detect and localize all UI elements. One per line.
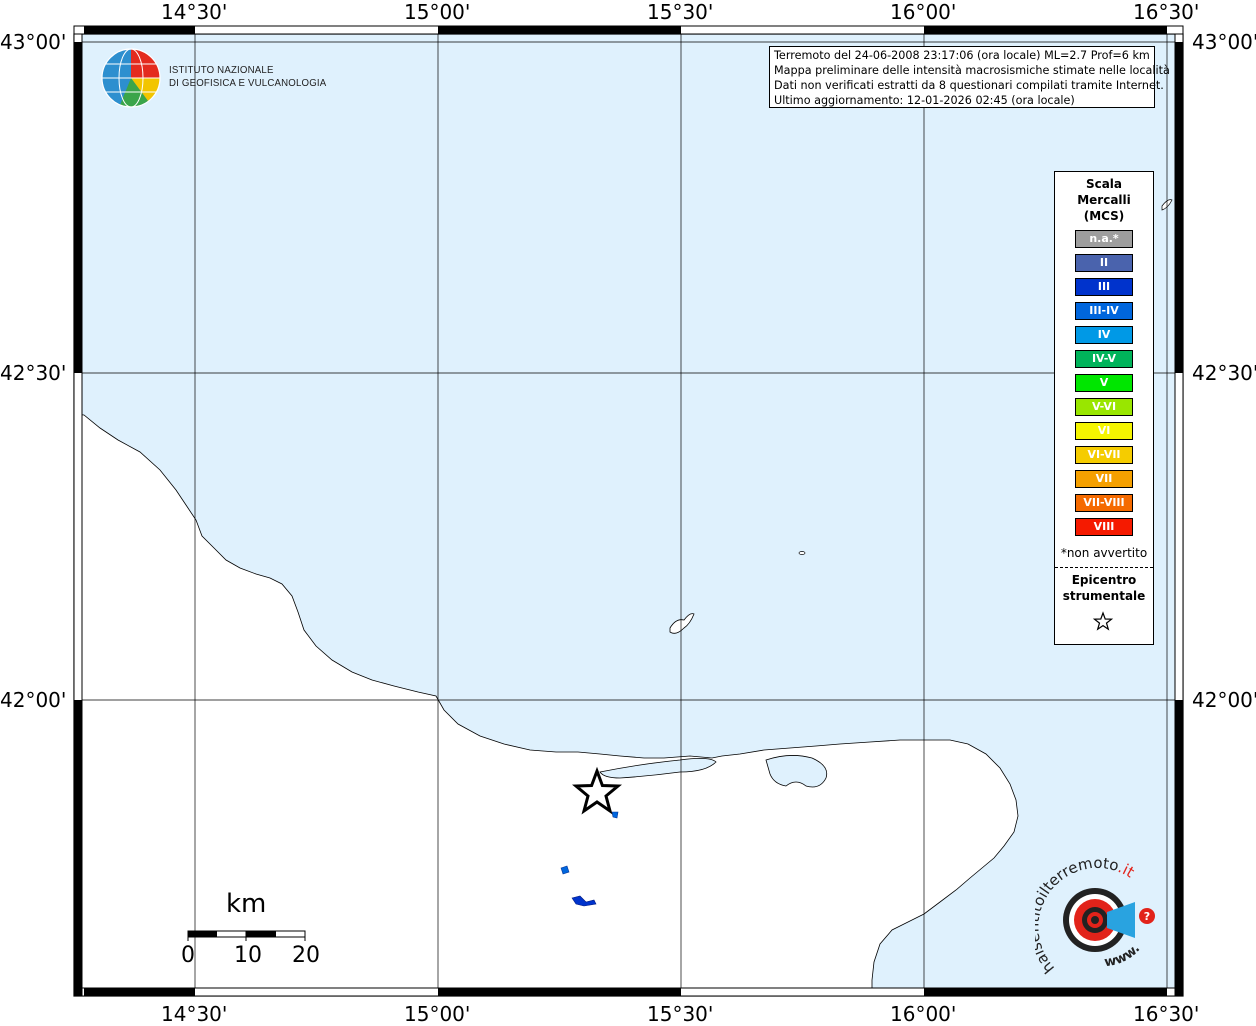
- left-label-2: 42°30': [0, 361, 67, 385]
- info-line-1: Terremoto del 24-06-2008 23:17:06 (ora l…: [774, 49, 1150, 62]
- frame-right: [1174, 33, 1184, 997]
- legend-epicentre-label: Epicentro strumentale: [1055, 572, 1153, 604]
- info-line-4: Ultimo aggiornamento: 12-01-2026 02:45 (…: [774, 94, 1075, 107]
- logo-line-1: ISTITUTO NAZIONALE: [169, 64, 274, 76]
- frame-bottom: [73, 987, 1184, 997]
- left-label-1: 43°00': [0, 30, 67, 54]
- top-label-4: 16°00': [890, 0, 957, 24]
- frame-top: [73, 25, 1184, 35]
- legend-swatch-ii: II: [1075, 254, 1133, 272]
- ingv-logo-text: ISTITUTO NAZIONALE DI GEOFISICA E VULCAN…: [169, 64, 326, 90]
- bottom-label-1: 14°30': [161, 1002, 228, 1026]
- legend-swatch-vii-viii: VII-VIII: [1075, 494, 1133, 512]
- legend-divider: [1055, 567, 1153, 568]
- right-label-2: 42°30': [1192, 361, 1256, 385]
- legend-swatch-v: V: [1075, 374, 1133, 392]
- scale-label-20: 20: [292, 943, 320, 968]
- legend-swatch-vi-vii: VI-VII: [1075, 446, 1133, 464]
- frame-left: [73, 33, 83, 997]
- legend-epicentre-line-2: strumentale: [1062, 589, 1146, 603]
- legend-swatch-vi: VI: [1075, 422, 1133, 440]
- svg-text:?: ?: [1144, 910, 1150, 923]
- legend-title: Scala Mercalli (MCS): [1055, 176, 1153, 224]
- top-label-2: 15°00': [404, 0, 471, 24]
- top-label-5: 16°30': [1133, 0, 1200, 24]
- scale-label-0: 0: [181, 943, 195, 968]
- scale-unit: km: [226, 889, 267, 919]
- legend-swatch-n-a-: n.a.*: [1075, 230, 1133, 248]
- legend-epicentre-line-1: Epicentro: [1071, 573, 1137, 587]
- legend-swatch-iv: IV: [1075, 326, 1133, 344]
- right-label-3: 42°00': [1192, 688, 1256, 712]
- legend-swatch-vii: VII: [1075, 470, 1133, 488]
- legend-swatch-v-vi: V-VI: [1075, 398, 1133, 416]
- bottom-label-5: 16°30': [1133, 1002, 1200, 1026]
- top-label-3: 15°30': [647, 0, 714, 24]
- scale-label-10: 10: [234, 943, 262, 968]
- top-label-1: 14°30': [161, 0, 228, 24]
- legend-swatch-iv-v: IV-V: [1075, 350, 1133, 368]
- bottom-label-3: 15°30': [647, 1002, 714, 1026]
- event-info-box: Terremoto del 24-06-2008 23:17:06 (ora l…: [769, 46, 1170, 108]
- haisentito-badge[interactable]: ? haisentitoilterremoto.it www.: [1035, 858, 1165, 978]
- ingv-logo-icon: [101, 48, 161, 108]
- legend-swatch-iii: III: [1075, 278, 1133, 296]
- legend-swatch-viii: VIII: [1075, 518, 1133, 536]
- legend-title-line-1: Scala: [1085, 177, 1123, 191]
- left-label-3: 42°00': [0, 688, 67, 712]
- legend-title-line-3: (MCS): [1083, 209, 1125, 223]
- legend-swatch-iii-iv: III-IV: [1075, 302, 1133, 320]
- mcs-legend: Scala Mercalli (MCS) n.a.* II III III-IV IV I…: [1054, 171, 1154, 645]
- info-line-2: Mappa preliminare delle intensità macros…: [774, 64, 1170, 77]
- legend-note: *non avvertito: [1060, 546, 1148, 560]
- right-label-1: 43°00': [1192, 30, 1256, 54]
- bottom-label-4: 16°00': [890, 1002, 957, 1026]
- info-line-3: Dati non verificati estratti da 8 questi…: [774, 79, 1164, 92]
- legend-title-line-2: Mercalli: [1077, 193, 1131, 207]
- intensity-point-north[interactable]: [611, 811, 619, 819]
- logo-line-2: DI GEOFISICA E VULCANOLOGIA: [169, 77, 327, 89]
- bottom-label-2: 15°00': [404, 1002, 471, 1026]
- legend-star-icon: [1092, 611, 1114, 631]
- pianosa-island: [798, 551, 806, 555]
